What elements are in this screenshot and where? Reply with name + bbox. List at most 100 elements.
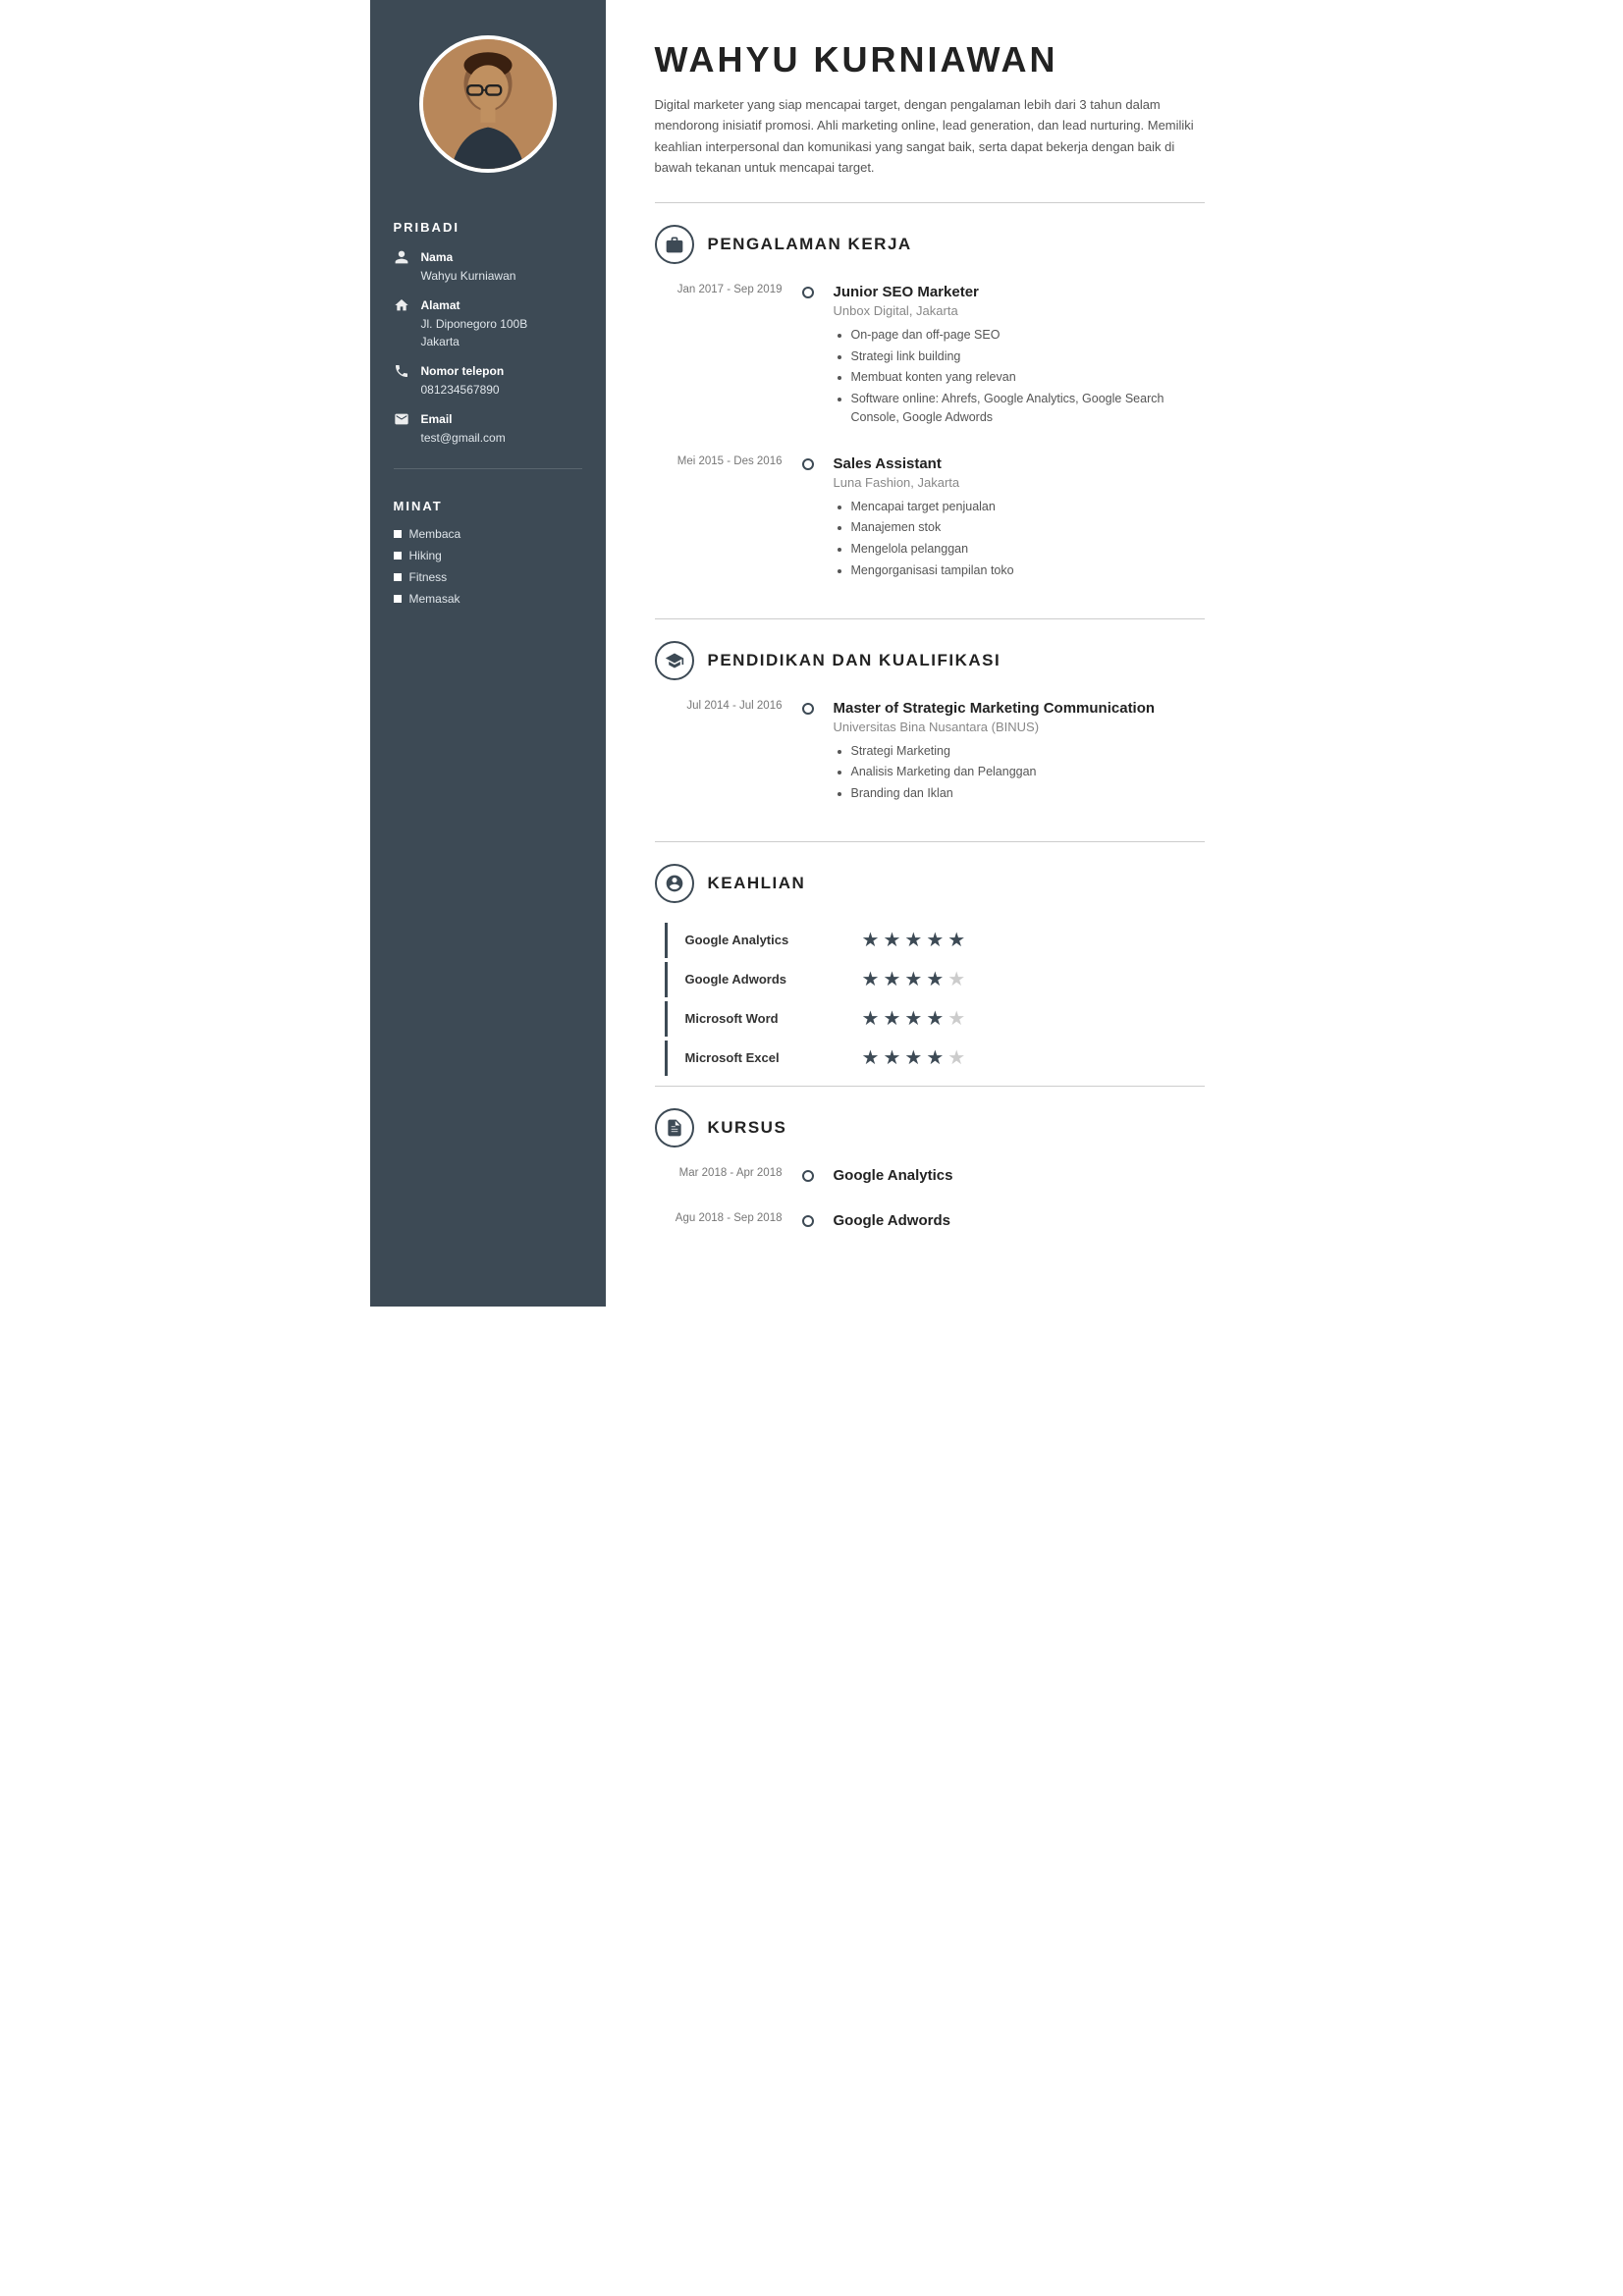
job-2-bullet-3: Mengelola pelanggan [851,540,1205,559]
job-2-title: Sales Assistant [834,455,1205,472]
star-filled: ★ [883,1048,900,1068]
divider-pengalaman [655,202,1205,203]
edu-1-bullet-1: Strategi Marketing [851,742,1205,761]
timeline-dot-course-2 [802,1215,814,1227]
kursus-icon-circle [655,1108,694,1148]
kursus-title: KURSUS [708,1118,787,1138]
job-1-bullets: On-page dan off-page SEO Strategi link b… [834,326,1205,427]
edu-1-title: Master of Strategic Marketing Communicat… [834,700,1205,717]
edu-1: Jul 2014 - Jul 2016 Master of Strategic … [665,700,1205,810]
skill-1-stars: ★ ★ ★ ★ ★ [862,931,966,950]
interest-membaca-label: Membaca [409,527,461,541]
pendidikan-header: PENDIDIKAN DAN KUALIFIKASI [655,641,1205,680]
star-filled: ★ [926,931,944,950]
star-filled: ★ [862,1009,880,1029]
kursus-section: KURSUS Mar 2018 - Apr 2018 Google Analyt… [655,1108,1205,1257]
skill-google-analytics: Google Analytics ★ ★ ★ ★ ★ [665,923,1195,958]
pengalaman-header: PENGALAMAN KERJA [655,225,1205,264]
graduation-icon [665,651,684,670]
course-2-title: Google Adwords [834,1212,1205,1229]
minat-section: MINAT Membaca Hiking Fitness Memasak [370,499,606,614]
skill-1-name: Google Analytics [685,933,862,947]
star-filled: ★ [947,931,965,950]
edu-1-bullets: Strategi Marketing Analisis Marketing da… [834,742,1205,803]
nama-value: Wahyu Kurniawan [421,269,516,283]
job-2-bullet-1: Mencapai target penjualan [851,498,1205,516]
star-filled: ★ [883,1009,900,1029]
timeline-dot-edu-1 [802,703,814,715]
pendidikan-section: PENDIDIKAN DAN KUALIFIKASI Jul 2014 - Ju… [655,641,1205,831]
sidebar-divider-1 [394,468,582,469]
pendidikan-title: PENDIDIKAN DAN KUALIFIKASI [708,651,1001,670]
skill-3-name: Microsoft Word [685,1011,862,1026]
skills-table: Google Analytics ★ ★ ★ ★ ★ Google Adword… [655,923,1205,1076]
job-2-company: Luna Fashion, Jakarta [834,475,1205,490]
skill-4-stars: ★ ★ ★ ★ ★ [862,1048,966,1068]
star-filled: ★ [883,970,900,989]
minat-title: MINAT [394,499,582,513]
alamat-line1: Jl. Diponegoro 100B [421,317,528,331]
divider-pendidikan [655,618,1205,619]
nama-label: Nama [421,248,516,266]
pribadi-email: Email test@gmail.com [394,410,582,447]
skill-4-name: Microsoft Excel [685,1050,862,1065]
star-filled: ★ [904,1048,922,1068]
interest-bullet [394,552,402,560]
star-filled: ★ [883,931,900,950]
interest-fitness-label: Fitness [409,570,448,584]
skill-microsoft-excel: Microsoft Excel ★ ★ ★ ★ ★ [665,1041,1195,1076]
pribadi-telepon: Nomor telepon 081234567890 [394,362,582,399]
edu-1-institution: Universitas Bina Nusantara (BINUS) [834,720,1205,734]
keahlian-section: KEAHLIAN Google Analytics ★ ★ ★ ★ ★ Goog… [655,864,1205,1076]
course-1: Mar 2018 - Apr 2018 Google Analytics [665,1167,1205,1191]
job-2-bullet-2: Manajemen stok [851,518,1205,537]
star-filled: ★ [904,931,922,950]
star-filled: ★ [926,1048,944,1068]
kursus-header: KURSUS [655,1108,1205,1148]
interest-hiking: Hiking [394,549,582,562]
job-1-content: Junior SEO Marketer Unbox Digital, Jakar… [834,284,1205,434]
interest-bullet [394,573,402,581]
sidebar: PRIBADI Nama Wahyu Kurniawan Alamat Jl. … [370,0,606,1307]
main-name: WAHYU KURNIAWAN [655,39,1205,80]
pengalaman-icon-circle [655,225,694,264]
telepon-label: Nomor telepon [421,362,505,380]
avatar [419,35,557,173]
main-content: WAHYU KURNIAWAN Digital marketer yang si… [606,0,1254,1307]
pribadi-alamat: Alamat Jl. Diponegoro 100B Jakarta [394,296,582,350]
certificate-icon [665,1118,684,1138]
star-filled: ★ [926,1009,944,1029]
job-1-bullet-1: On-page dan off-page SEO [851,326,1205,345]
course-2-content: Google Adwords [834,1212,1205,1236]
keahlian-icon-circle [655,864,694,903]
edu-1-bullet-3: Branding dan Iklan [851,784,1205,803]
job-2-date: Mei 2015 - Des 2016 [665,455,783,467]
skill-microsoft-word: Microsoft Word ★ ★ ★ ★ ★ [665,1001,1195,1037]
skill-3-stars: ★ ★ ★ ★ ★ [862,1009,966,1029]
pribadi-section: PRIBADI Nama Wahyu Kurniawan Alamat Jl. … [370,220,606,458]
briefcase-icon [665,235,684,254]
star-filled: ★ [862,1048,880,1068]
star-empty: ★ [947,1048,965,1068]
divider-kursus [655,1086,1205,1087]
job-2-bullet-4: Mengorganisasi tampilan toko [851,561,1205,580]
keahlian-title: KEAHLIAN [708,874,806,893]
skill-2-stars: ★ ★ ★ ★ ★ [862,970,966,989]
main-bio: Digital marketer yang siap mencapai targ… [655,94,1205,179]
timeline-dot-1 [802,287,814,298]
course-1-date: Mar 2018 - Apr 2018 [665,1167,783,1179]
job-2-bullets: Mencapai target penjualan Manajemen stok… [834,498,1205,580]
pendidikan-icon-circle [655,641,694,680]
pendidikan-timeline: Jul 2014 - Jul 2016 Master of Strategic … [665,700,1205,831]
pengalaman-title: PENGALAMAN KERJA [708,235,912,254]
job-2-content: Sales Assistant Luna Fashion, Jakarta Me… [834,455,1205,587]
interest-hiking-label: Hiking [409,549,442,562]
pengalaman-section: PENGALAMAN KERJA Jan 2017 - Sep 2019 Jun… [655,225,1205,609]
job-1-date: Jan 2017 - Sep 2019 [665,284,783,295]
email-value: test@gmail.com [421,431,506,445]
keahlian-header: KEAHLIAN [655,864,1205,903]
job-1-bullet-3: Membuat konten yang relevan [851,368,1205,387]
person-icon [394,249,411,267]
interest-membaca: Membaca [394,527,582,541]
pengalaman-timeline: Jan 2017 - Sep 2019 Junior SEO Marketer … [665,284,1205,609]
